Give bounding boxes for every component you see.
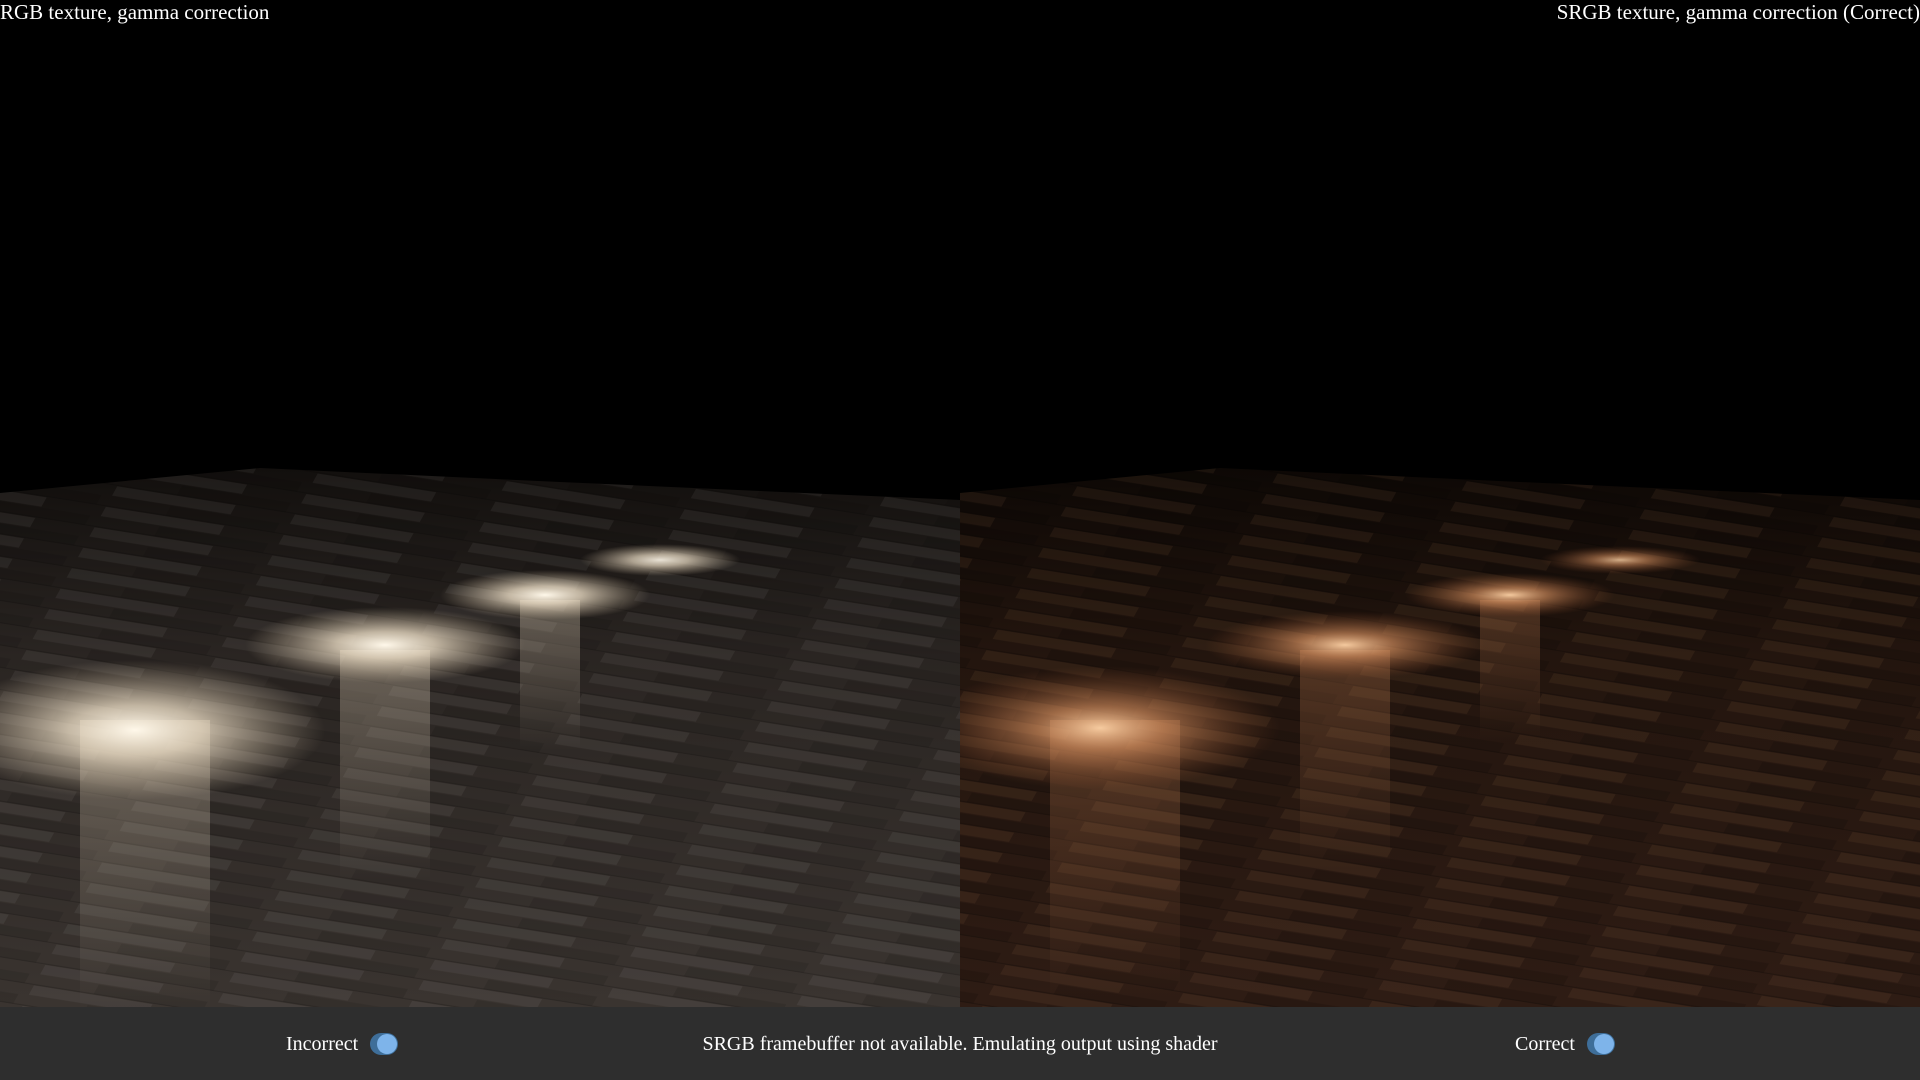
left-floor-render [0,468,960,1007]
right-pane-title: SRGB texture, gamma correction (Correct) [1556,0,1920,24]
bottom-control-bar: SRGB framebuffer not available. Emulatin… [0,1007,1920,1080]
left-render-pane: RGB texture, gamma correction [0,0,960,1007]
incorrect-toggle[interactable] [370,1032,399,1055]
toggle-knob [1593,1033,1614,1054]
incorrect-toggle-label: Incorrect [286,1032,359,1055]
left-pane-title: RGB texture, gamma correction [0,0,270,24]
correct-toggle-label: Correct [1515,1032,1575,1055]
render-viewport: RGB texture, gamma correction SRGB textu… [0,0,1920,1007]
correct-toggle-group: Correct [1515,1007,1615,1080]
right-floor-render [960,468,1920,1007]
right-render-pane: SRGB texture, gamma correction (Correct) [960,0,1920,1007]
correct-toggle[interactable] [1586,1032,1615,1055]
incorrect-toggle-group: Incorrect [286,1007,399,1080]
toggle-knob [377,1033,398,1054]
